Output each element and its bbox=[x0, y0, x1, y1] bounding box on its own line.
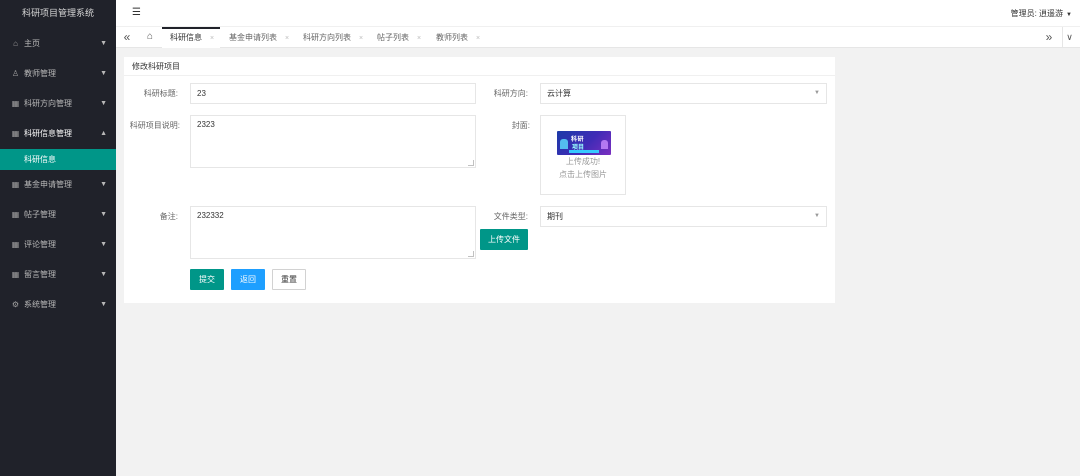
description-textarea[interactable]: 2323 bbox=[190, 115, 476, 168]
tab-bar: « ⌂ 科研信息 × 基金申请列表 × 科研方向列表 × 帖子列表 × 教师列表 × » … bbox=[116, 27, 1080, 48]
upload-success-text: 上传成功! bbox=[565, 157, 601, 166]
tab-label: 基金申请列表 bbox=[229, 33, 277, 42]
sidebar-item-home[interactable]: ⌂ 主页 ▼ bbox=[0, 29, 116, 59]
cover-label: 封面: bbox=[511, 121, 530, 130]
chevron-down-icon: ▼ bbox=[100, 301, 107, 308]
grid-icon: ▦ bbox=[11, 129, 20, 138]
sidebar-item-label: 主页 bbox=[24, 39, 40, 48]
user-icon: ♙ bbox=[11, 69, 20, 78]
tab-options-icon[interactable]: ∨ bbox=[1062, 27, 1076, 48]
sidebar-menu: ⌂ 主页 ▼ ♙ 教师管理 ▼ ▦ 科研方向管理 ▼ ▦ 科研信息管理 ▲ 科研… bbox=[0, 29, 116, 320]
submit-button[interactable]: 提交 bbox=[190, 269, 224, 290]
sidebar-item-label: 帖子管理 bbox=[24, 210, 56, 219]
remark-label: 备注: bbox=[159, 212, 178, 221]
menu-toggle-icon[interactable]: ☰ bbox=[132, 7, 141, 18]
grid-icon: ▦ bbox=[11, 270, 20, 279]
chevron-down-icon: ▼ bbox=[100, 211, 107, 218]
direction-select[interactable]: 云计算 ▼ bbox=[540, 83, 827, 104]
tab-fund-list[interactable]: 基金申请列表 × bbox=[221, 27, 294, 48]
sidebar-item-label: 评论管理 bbox=[24, 240, 56, 249]
back-button[interactable]: 返回 bbox=[231, 269, 265, 290]
sidebar-item-label: 系统管理 bbox=[24, 300, 56, 309]
upload-file-button[interactable]: 上传文件 bbox=[480, 229, 528, 250]
admin-menu[interactable]: 管理员: 逍遥游 ▼ bbox=[1011, 8, 1072, 19]
sidebar-item-teachers[interactable]: ♙ 教师管理 ▼ bbox=[0, 59, 116, 89]
description-value: 2323 bbox=[197, 120, 215, 129]
cover-thumbnail: 科研 项目 bbox=[557, 131, 611, 155]
thumbnail-figure bbox=[560, 139, 568, 149]
grid-icon: ▦ bbox=[11, 180, 20, 189]
chevron-up-icon: ▲ bbox=[100, 130, 107, 137]
sidebar: 科研项目管理系统 ⌂ 主页 ▼ ♙ 教师管理 ▼ ▦ 科研方向管理 ▼ ▦ 科研… bbox=[0, 0, 116, 476]
sidebar-subitem-research-info[interactable]: 科研信息 bbox=[0, 149, 116, 170]
close-icon[interactable]: × bbox=[210, 35, 214, 42]
gear-icon: ⚙ bbox=[11, 300, 20, 309]
sidebar-item-posts[interactable]: ▦ 帖子管理 ▼ bbox=[0, 200, 116, 230]
close-icon[interactable]: × bbox=[359, 35, 363, 42]
sidebar-item-label: 科研方向管理 bbox=[24, 99, 72, 108]
resize-handle-icon[interactable] bbox=[468, 160, 474, 166]
tab-label: 教师列表 bbox=[436, 33, 468, 42]
grid-icon: ▦ bbox=[11, 240, 20, 249]
reset-button[interactable]: 重置 bbox=[272, 269, 306, 290]
title-input[interactable]: 23 bbox=[190, 83, 476, 104]
upload-hint-text: 点击上传图片 bbox=[559, 170, 607, 179]
chevron-down-icon: ▼ bbox=[100, 100, 107, 107]
caret-down-icon: ▼ bbox=[1066, 12, 1072, 18]
sidebar-item-system[interactable]: ⚙ 系统管理 ▼ bbox=[0, 290, 116, 320]
sidebar-item-fund[interactable]: ▦ 基金申请管理 ▼ bbox=[0, 170, 116, 200]
remark-textarea[interactable]: 232332 bbox=[190, 206, 476, 259]
chevron-down-icon: ▼ bbox=[814, 90, 820, 96]
cover-upload[interactable]: 科研 项目 上传成功! 点击上传图片 bbox=[540, 115, 626, 195]
thumbnail-figure bbox=[601, 140, 608, 149]
description-label: 科研项目说明: bbox=[129, 121, 180, 130]
chevron-down-icon: ▼ bbox=[100, 181, 107, 188]
chevron-down-icon: ▼ bbox=[100, 70, 107, 77]
title-label: 科研标题: bbox=[143, 89, 178, 98]
tab-label: 帖子列表 bbox=[377, 33, 409, 42]
top-header: ☰ 管理员: 逍遥游 ▼ bbox=[116, 0, 1080, 27]
home-tab-icon[interactable]: ⌂ bbox=[142, 27, 158, 48]
sidebar-item-label: 基金申请管理 bbox=[24, 180, 72, 189]
admin-label: 管理员: 逍遥游 bbox=[1010, 9, 1064, 18]
direction-selected-value: 云计算 bbox=[547, 89, 571, 98]
sidebar-item-label: 科研信息管理 bbox=[24, 129, 72, 138]
direction-label: 科研方向: bbox=[493, 89, 528, 98]
chevron-down-icon: ▼ bbox=[100, 271, 107, 278]
chevron-down-icon: ▼ bbox=[814, 213, 820, 219]
tab-scroll-right-icon[interactable]: » bbox=[1042, 27, 1056, 48]
filetype-label: 文件类型: bbox=[493, 212, 528, 221]
remark-value: 232332 bbox=[197, 211, 224, 220]
tab-direction-list[interactable]: 科研方向列表 × bbox=[295, 27, 368, 48]
filetype-selected-value: 期刊 bbox=[547, 212, 563, 221]
close-icon[interactable]: × bbox=[417, 35, 421, 42]
chevron-down-icon: ▼ bbox=[100, 40, 107, 47]
tab-label: 科研信息 bbox=[170, 33, 202, 42]
grid-icon: ▦ bbox=[11, 99, 20, 108]
home-icon: ⌂ bbox=[13, 39, 18, 48]
tab-label: 科研方向列表 bbox=[303, 33, 351, 42]
close-icon[interactable]: × bbox=[285, 35, 289, 42]
tab-post-list[interactable]: 帖子列表 × bbox=[369, 27, 427, 48]
thumbnail-bar bbox=[569, 150, 599, 153]
sidebar-item-label: 教师管理 bbox=[24, 69, 56, 78]
card-title: 修改科研项目 bbox=[124, 57, 835, 76]
filetype-select[interactable]: 期刊 ▼ bbox=[540, 206, 827, 227]
sidebar-item-comments[interactable]: ▦ 评论管理 ▼ bbox=[0, 230, 116, 260]
edit-project-card: 修改科研项目 科研标题: 23 科研方向: 云计算 ▼ 科研项目说明: 2323… bbox=[124, 57, 835, 303]
tab-scroll-left-icon[interactable]: « bbox=[120, 27, 134, 48]
resize-handle-icon[interactable] bbox=[468, 251, 474, 257]
tab-teacher-list[interactable]: 教师列表 × bbox=[428, 27, 486, 48]
tab-research-info[interactable]: 科研信息 × bbox=[162, 27, 220, 48]
sidebar-item-directions[interactable]: ▦ 科研方向管理 ▼ bbox=[0, 89, 116, 119]
app-title: 科研项目管理系统 bbox=[21, 8, 94, 18]
chevron-down-icon: ▼ bbox=[100, 241, 107, 248]
close-icon[interactable]: × bbox=[476, 35, 480, 42]
sidebar-item-label: 留言管理 bbox=[24, 270, 56, 279]
sidebar-item-messages[interactable]: ▦ 留言管理 ▼ bbox=[0, 260, 116, 290]
grid-icon: ▦ bbox=[11, 210, 20, 219]
sidebar-item-research-info[interactable]: ▦ 科研信息管理 ▲ bbox=[0, 119, 116, 149]
